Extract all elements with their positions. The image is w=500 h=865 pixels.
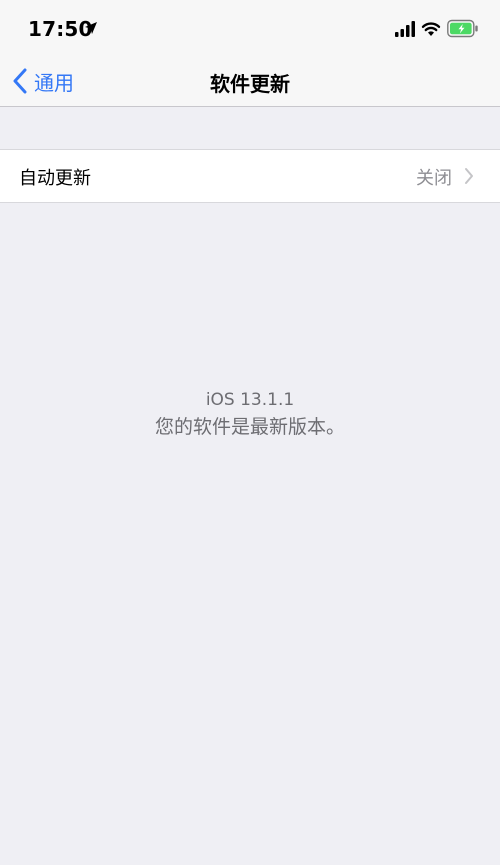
location-icon (85, 22, 97, 34)
chevron-right-icon (465, 168, 473, 184)
battery-icon (447, 19, 478, 38)
auto-update-value: 关闭 (416, 168, 452, 189)
update-status-message: 您的软件是最新版本。 (154, 416, 345, 438)
auto-update-label: 自动更新 (19, 168, 91, 189)
navigation-bar: 通用 软件更新 (0, 58, 500, 107)
page-title: 软件更新 (210, 72, 290, 96)
status-bar: 17:50 (0, 0, 500, 58)
signal-icon (395, 21, 415, 37)
auto-update-row[interactable]: 自动更新 关闭 (0, 149, 500, 203)
ios-version: iOS 13.1.1 (205, 390, 295, 410)
wifi-icon (421, 22, 441, 36)
status-time: 17:50 (28, 17, 93, 41)
